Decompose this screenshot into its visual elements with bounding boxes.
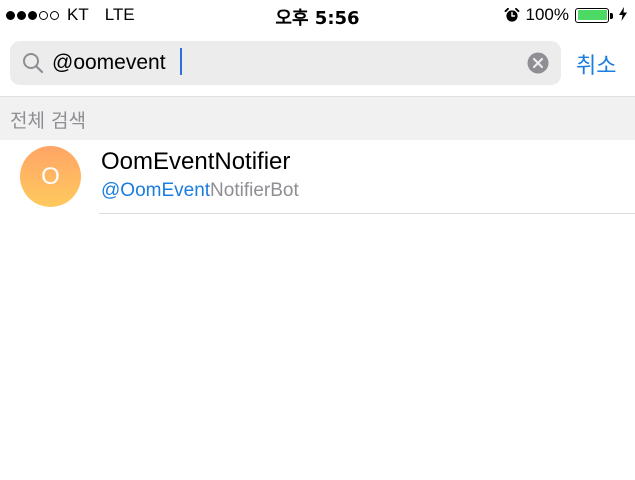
battery-icon bbox=[575, 7, 613, 23]
username-rest: NotifierBot bbox=[210, 180, 299, 201]
text-cursor bbox=[180, 48, 182, 75]
battery-tip bbox=[610, 12, 613, 19]
avatar: O bbox=[20, 146, 81, 207]
result-name: OomEventNotifier bbox=[101, 148, 291, 175]
username-match-highlight: @OomEvent bbox=[101, 180, 211, 201]
cancel-button[interactable]: 취소 bbox=[576, 48, 616, 80]
battery-percent: 100% bbox=[525, 5, 569, 24]
search-input[interactable] bbox=[52, 47, 512, 79]
status-right: 100% bbox=[504, 5, 627, 25]
search-bar[interactable] bbox=[10, 41, 561, 85]
alarm-icon bbox=[504, 7, 520, 23]
screen: KT LTE 오후 5:56 100% @oomevent 취소 전체 검색 O… bbox=[0, 0, 635, 480]
row-divider bbox=[99, 213, 635, 214]
battery-fill bbox=[577, 10, 607, 20]
result-username: @OomEventNotifierBot bbox=[101, 180, 299, 202]
status-bar: KT LTE 오후 5:56 100% bbox=[0, 0, 635, 30]
section-header: 전체 검색 bbox=[0, 96, 635, 140]
search-result-row[interactable]: O OomEventNotifier @OomEventNotifierBot bbox=[0, 140, 635, 214]
clear-icon[interactable] bbox=[527, 52, 549, 74]
charging-bolt-icon bbox=[619, 6, 627, 24]
section-title: 전체 검색 bbox=[10, 110, 86, 132]
search-icon bbox=[22, 52, 44, 74]
